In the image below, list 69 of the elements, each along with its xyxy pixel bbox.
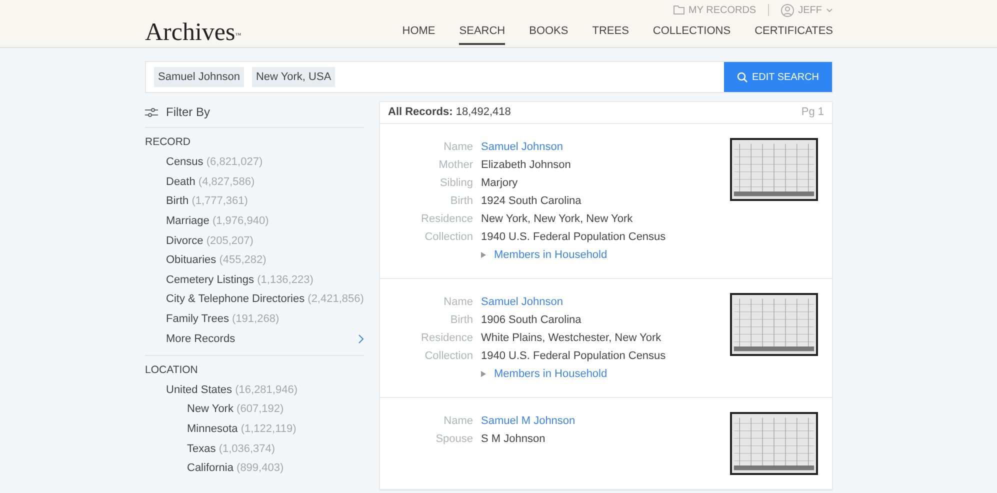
- document-thumbnail[interactable]: [730, 293, 818, 356]
- members-link[interactable]: Members in Household: [494, 366, 608, 382]
- field-value: White Plains, Westchester, New York: [481, 330, 662, 346]
- field-value: New York, New York, New York: [481, 212, 633, 227]
- nav-link[interactable]: SEARCH: [459, 22, 506, 45]
- filter-item[interactable]: Marriage (1,976,940): [166, 214, 269, 228]
- document-thumbnail[interactable]: [730, 138, 818, 201]
- record-name-link[interactable]: Samuel M Johnson: [481, 412, 576, 430]
- section-heading: RECORD: [145, 136, 192, 149]
- filter-item[interactable]: California (899,403): [187, 462, 284, 476]
- field-label: Birth: [449, 194, 473, 209]
- filter-item[interactable]: Obituaries (455,282): [166, 254, 266, 268]
- search-term-chip[interactable]: Samuel Johnson: [154, 66, 244, 88]
- record-name-link[interactable]: Samuel Johnson: [481, 294, 563, 310]
- field-label: Name: [442, 140, 473, 155]
- filter-item[interactable]: Minnesota (1,122,119): [187, 422, 296, 436]
- field-label: Collection: [424, 348, 473, 364]
- expand-triangle-icon[interactable]: [481, 252, 486, 258]
- edit-search-button[interactable]: EDIT SEARCH: [724, 62, 832, 92]
- filter-item[interactable]: Cemetery Listings (1,136,223): [166, 274, 314, 287]
- section-heading: LOCATION: [145, 364, 199, 377]
- field-value: Marjory: [481, 176, 518, 191]
- caret-icon: [826, 8, 833, 12]
- field-label: Sibling: [438, 176, 473, 191]
- folder-icon: [672, 5, 684, 15]
- search-term-chip[interactable]: New York, USA: [252, 66, 336, 88]
- record-name-link[interactable]: Samuel Johnson: [481, 138, 563, 156]
- filter-item[interactable]: City & Telephone Directories (2,421,856): [166, 293, 364, 307]
- filter-item[interactable]: Divorce (205,207): [166, 234, 254, 248]
- nav-link[interactable]: BOOKS: [529, 22, 568, 45]
- nav-link[interactable]: CERTIFICATES: [754, 22, 833, 45]
- field-label: Name: [442, 414, 473, 429]
- user-icon: [781, 4, 794, 16]
- document-thumbnail[interactable]: [730, 412, 818, 475]
- nav-link[interactable]: TREES: [592, 22, 629, 45]
- filter-item[interactable]: More Records: [166, 332, 236, 346]
- divider: [768, 4, 770, 16]
- members-link[interactable]: Members in Household: [494, 246, 608, 264]
- filter-item[interactable]: Census (6,821,027): [166, 156, 263, 170]
- filter-item[interactable]: United States (16,281,946): [166, 384, 298, 397]
- field-label: Name: [442, 294, 473, 310]
- field-value: Elizabeth Johnson: [481, 158, 571, 173]
- field-label: Mother: [438, 158, 473, 173]
- logo[interactable]: Archives$^{™}$: [145, 20, 242, 45]
- filter-item[interactable]: New York (607,192): [187, 403, 284, 416]
- filter-item[interactable]: Death (4,827,586): [166, 176, 255, 189]
- search-icon: [736, 72, 748, 82]
- results-summary: All Records: 18,492,418: [388, 105, 511, 120]
- nav-link[interactable]: HOME: [402, 22, 436, 45]
- filter-title: Filter By: [166, 105, 210, 120]
- field-value: 1940 U.S. Federal Population Census: [481, 230, 666, 245]
- search-bar[interactable]: Samuel Johnson New York, USA EDIT SEARCH: [145, 61, 833, 93]
- field-label: Collection: [424, 230, 473, 245]
- field-value: 1924 South Carolina: [481, 194, 582, 209]
- field-label: Residence: [420, 212, 473, 227]
- field-label: Spouse: [434, 432, 473, 447]
- chevron-right-icon[interactable]: [358, 334, 364, 344]
- expand-triangle-icon[interactable]: [481, 371, 486, 377]
- filter-item[interactable]: Texas (1,036,374): [187, 442, 276, 456]
- field-value: 1906 South Carolina: [481, 312, 582, 328]
- nav-link[interactable]: COLLECTIONS: [652, 22, 731, 45]
- field-value: 1940 U.S. Federal Population Census: [481, 348, 666, 364]
- filter-icon: [145, 108, 158, 117]
- field-label: Residence: [420, 330, 473, 346]
- page-number: Pg 1: [801, 105, 824, 120]
- filter-item[interactable]: Birth (1,777,361): [166, 195, 248, 209]
- field-label: Birth: [449, 312, 473, 328]
- field-value: S M Johnson: [481, 432, 546, 447]
- filter-item[interactable]: Family Trees (191,268): [166, 312, 280, 326]
